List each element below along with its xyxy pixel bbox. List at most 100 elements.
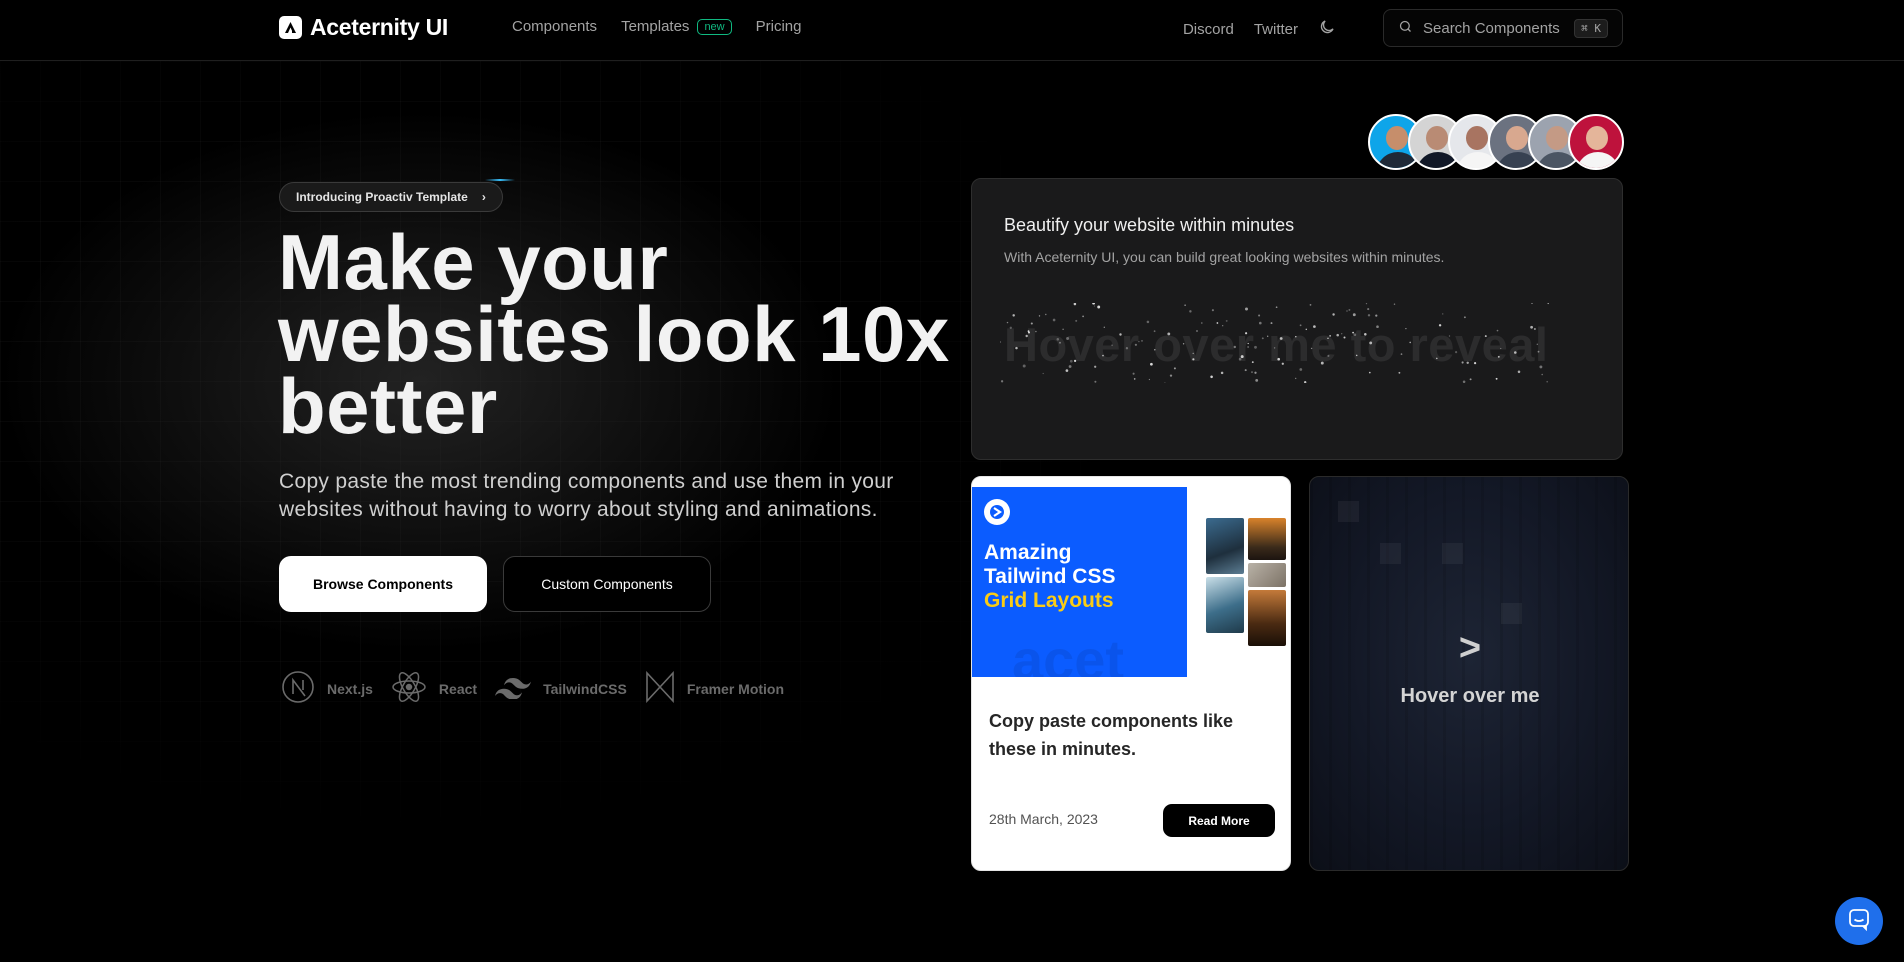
sparkle-dot	[1469, 378, 1472, 381]
custom-components-button[interactable]: Custom Components	[503, 556, 711, 612]
sparkle-dot	[1245, 307, 1248, 311]
text-reveal-card[interactable]: Beautify your website within minutes Wit…	[971, 178, 1623, 460]
sparkle-dot	[1254, 371, 1257, 374]
sparkle-dot	[1320, 361, 1324, 365]
brand-logo[interactable]: Aceternity UI	[279, 14, 448, 41]
sparkle-dot	[1132, 372, 1135, 375]
sparkle-dot	[1273, 347, 1276, 349]
sparkle-dot	[1332, 313, 1335, 316]
nav-link-pricing[interactable]: Pricing	[756, 18, 802, 35]
nextjs-icon	[281, 670, 315, 707]
sparkle-dot	[1254, 345, 1257, 349]
sparkle-dot	[1305, 328, 1308, 331]
blog-image-title-line-3: Grid Layouts	[984, 589, 1114, 612]
sparkle-dot	[1225, 319, 1228, 322]
sparkle-dot	[1261, 337, 1264, 340]
hover-effect-card[interactable]: > Hover over me	[1309, 476, 1629, 871]
sparkle-dot	[1141, 340, 1143, 342]
announcement-text: Introducing Proactiv Template	[296, 190, 468, 204]
sparkle-dot	[1259, 321, 1262, 325]
sparkle-dot	[1368, 371, 1371, 374]
sparkle-dot	[1192, 352, 1194, 355]
read-more-button[interactable]: Read More	[1163, 804, 1275, 837]
sparkle-dot	[1192, 358, 1195, 361]
aceternity-logo-icon	[279, 16, 302, 39]
browse-components-button[interactable]: Browse Components	[279, 556, 487, 612]
tech-label-framer-motion: Framer Motion	[686, 680, 785, 697]
sparkle-dot	[1299, 324, 1302, 327]
sparkle-dot	[1299, 368, 1303, 371]
sparkle-dot	[1073, 303, 1077, 306]
avatar-head	[1506, 126, 1528, 150]
sparkle-dot	[1547, 303, 1549, 305]
sparkle-dot	[1069, 359, 1073, 363]
sparkle-dot	[1025, 334, 1028, 338]
sparkle-dot	[1536, 343, 1538, 345]
sparkle-dot	[1255, 379, 1259, 382]
sparkle-dot	[1154, 349, 1156, 351]
sparkle-dot	[1042, 372, 1044, 375]
blog-preview-card[interactable]: acet Amazing Tailwind CSS Grid Layouts C…	[971, 476, 1291, 871]
sparkle-dot	[1355, 354, 1358, 357]
blog-card-date: 28th March, 2023	[989, 811, 1098, 827]
avatar-stack	[1368, 114, 1624, 170]
top-navbar: Aceternity UI Components Templates new P…	[0, 0, 1904, 61]
sparkle-dot	[1066, 337, 1070, 340]
avatar-head	[1586, 126, 1608, 150]
chat-support-button[interactable]	[1835, 897, 1883, 945]
sparkle-dot	[1343, 336, 1346, 339]
photo-thumbnail	[1206, 577, 1244, 633]
nav-link-templates[interactable]: Templates new	[621, 18, 732, 35]
nav-link-discord[interactable]: Discord	[1183, 21, 1234, 38]
avatar-head	[1386, 126, 1408, 150]
search-components-button[interactable]: Search Components ⌘ K	[1383, 9, 1623, 47]
search-shortcut-kbd: ⌘ K	[1574, 18, 1608, 38]
nav-link-twitter[interactable]: Twitter	[1254, 21, 1298, 38]
sparkle-dot	[1398, 371, 1401, 374]
sparkle-dot	[1497, 355, 1500, 358]
tech-item-tailwind: TailwindCSS	[495, 675, 627, 702]
sparkle-dot	[1247, 342, 1249, 345]
sparkle-dot	[1346, 310, 1348, 312]
sparkle-dot	[1341, 333, 1343, 335]
sparkle-dot	[1012, 314, 1015, 317]
sparkle-dot	[1365, 303, 1368, 305]
sparkle-dot	[1240, 355, 1244, 359]
sparkle-dot	[1327, 337, 1329, 339]
blog-image-ghost-text: acet	[1012, 628, 1125, 677]
sparkle-dot	[1006, 321, 1009, 324]
sparkle-dot	[1245, 332, 1248, 335]
sparkle-dot	[1247, 346, 1249, 348]
sparkle-dot	[1405, 327, 1407, 330]
photo-thumbnail	[1248, 563, 1286, 587]
sparkle-dot	[1035, 330, 1037, 333]
sparkle-dot	[1258, 314, 1261, 317]
sparkle-dot	[1496, 329, 1499, 332]
sparkle-dot	[1133, 378, 1136, 380]
sparkle-dot	[1275, 306, 1278, 309]
nav-right-links: Discord Twitter	[1183, 18, 1336, 40]
theme-toggle-moon-icon[interactable]	[1318, 18, 1336, 40]
sparkle-dot	[1030, 322, 1033, 325]
blog-card-headline: Copy paste components like these in minu…	[989, 711, 1234, 759]
sparkle-dot	[1220, 371, 1224, 375]
tech-label-react: React	[438, 680, 478, 697]
sparkle-dot	[1462, 380, 1466, 383]
sparkle-dot	[1138, 340, 1140, 343]
sparkle-dot	[1517, 370, 1521, 374]
react-icon	[391, 670, 427, 707]
search-placeholder: Search Components	[1423, 19, 1560, 37]
sparkle-dot	[1189, 310, 1192, 313]
tech-item-nextjs: Next.js	[281, 670, 373, 707]
search-icon	[1398, 19, 1413, 38]
sparkle-dot	[1244, 369, 1247, 372]
announcement-pill[interactable]: Introducing Proactiv Template ›	[279, 182, 503, 212]
nav-link-components[interactable]: Components	[512, 18, 597, 35]
sparkle-dot	[1369, 341, 1373, 345]
sparkle-dot	[1279, 337, 1283, 340]
sparkle-dot	[1146, 320, 1150, 324]
sparkle-dot	[1281, 362, 1284, 365]
sparkle-dot	[1233, 345, 1236, 349]
sparkle-dot	[1167, 332, 1171, 336]
sparkle-dot	[1295, 335, 1297, 338]
